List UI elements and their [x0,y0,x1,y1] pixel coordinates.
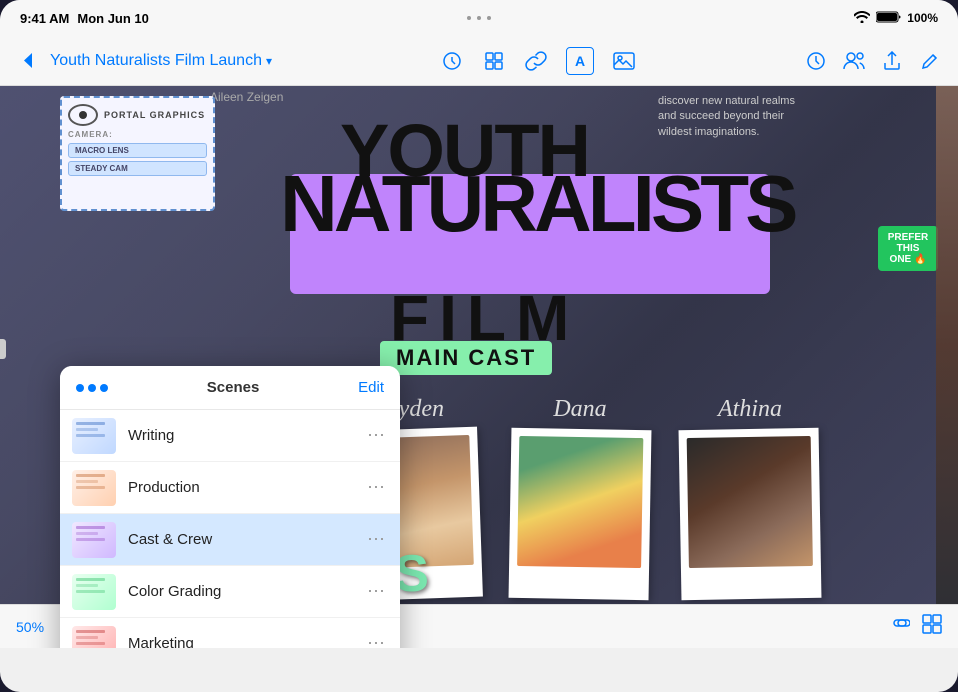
camera-card: PORTAL GRAPHICS CAMERA: MACRO LENS STEAD… [60,96,215,211]
scene-label-writing: Writing [128,427,364,444]
scenes-header: Scenes Edit [60,366,400,410]
scene-thumb-writing [72,418,116,454]
status-bar-center [467,16,491,20]
scenes-dots [76,384,108,392]
scene-label-production: Production [128,479,364,496]
left-handle [0,339,6,359]
right-strip [936,86,958,604]
scene-item-writing[interactable]: Writing ⋯ [60,410,400,462]
scenes-dot-3 [100,384,108,392]
scene-menu-production[interactable]: ⋯ [364,476,388,500]
toolbar-right [804,49,942,73]
back-button[interactable] [16,49,40,73]
scene-menu-writing[interactable]: ⋯ [364,424,388,448]
scenes-list: Writing ⋯ Production ⋯ [60,410,400,648]
canvas-note: discover new natural realms and succeed … [658,94,798,140]
scene-menu-cast-crew[interactable]: ⋯ [364,528,388,552]
image-insert-icon[interactable] [612,49,636,73]
ipad-frame: 9:41 AM Mon Jun 10 100% [0,0,958,692]
scene-item-marketing[interactable]: Marketing ⋯ [60,618,400,648]
wifi-icon [854,11,870,26]
sonia-polaroid [679,428,822,600]
scene-menu-color-grading[interactable]: ⋯ [364,580,388,604]
camera-label: CAMERA: [68,130,207,139]
battery-percent: 100% [907,11,938,25]
scenes-panel: Scenes Edit Writing ⋯ [60,366,400,648]
scene-menu-marketing[interactable]: ⋯ [364,632,388,649]
naturalists-heading: NATURALISTS [280,164,794,244]
grid-bottom-icon[interactable] [922,614,942,639]
scene-label-cast-crew: Cast & Crew [128,531,364,548]
sonia-photo [687,436,813,568]
link-icon[interactable] [524,49,548,73]
dot1 [467,16,471,20]
cast-photo-carley: Dana CARLEY TAYLOR (SHE / HER) [510,396,650,638]
scenes-edit-button[interactable]: Edit [358,379,384,396]
carley-signature: Dana [553,396,606,423]
canvas-author: Aileen Zeigen [210,90,283,104]
link-bottom-icon[interactable] [888,614,910,639]
collaborate-icon[interactable] [842,49,866,73]
text-format-icon[interactable]: A [566,47,594,75]
toolbar: Youth Naturalists Film Launch ▾ [0,36,958,86]
prefer-badge: PREFER THIS ONE 🔥 [878,226,938,271]
task-icon[interactable] [440,49,464,73]
edit-pencil-icon[interactable] [918,49,942,73]
share-icon[interactable] [880,49,904,73]
scene-item-cast-crew[interactable]: Cast & Crew ⋯ [60,514,400,566]
sonia-signature: Athina [718,396,782,423]
cast-photo-sonia: Athina SONIA BRIZZOLARI (SHE / HER) [680,396,820,638]
zoom-level[interactable]: 50% [16,619,44,635]
dot3 [487,16,491,20]
status-bar: 9:41 AM Mon Jun 10 100% [0,0,958,36]
carley-polaroid [509,428,652,600]
status-bar-right: 100% [854,11,938,26]
document-title[interactable]: Youth Naturalists Film Launch ▾ [50,52,272,70]
scene-item-color-grading[interactable]: Color Grading ⋯ [60,566,400,618]
bottom-right [888,614,942,639]
scene-item-production[interactable]: Production ⋯ [60,462,400,514]
layout-icon[interactable] [482,49,506,73]
toolbar-left: Youth Naturalists Film Launch ▾ [16,49,272,73]
dot2 [477,16,481,20]
scene-label-marketing: Marketing [128,635,364,648]
scene-thumb-color [72,574,116,610]
portal-graphics-label: PORTAL GRAPHICS [104,110,205,120]
date: Mon Jun 10 [77,11,149,26]
lens-badge: MACRO LENS [68,143,207,158]
toolbar-center: A [440,47,636,75]
scene-thumb-production [72,470,116,506]
scenes-title: Scenes [207,379,260,396]
steadycam-badge: STEADY CAM [68,161,207,176]
film-heading: FILM [390,281,579,355]
scenes-dot-2 [88,384,96,392]
scenes-dot-1 [76,384,84,392]
battery-icon [876,11,901,26]
title-chevron-icon: ▾ [266,54,272,68]
status-bar-left: 9:41 AM Mon Jun 10 [20,11,149,26]
clock-icon[interactable] [804,49,828,73]
scene-thumb-cast [72,522,116,558]
time: 9:41 AM [20,11,69,26]
scene-label-color-grading: Color Grading [128,583,364,600]
scene-thumb-marketing [72,626,116,649]
main-canvas: Aileen Zeigen discover new natural realm… [0,86,958,648]
carley-photo [517,436,643,568]
